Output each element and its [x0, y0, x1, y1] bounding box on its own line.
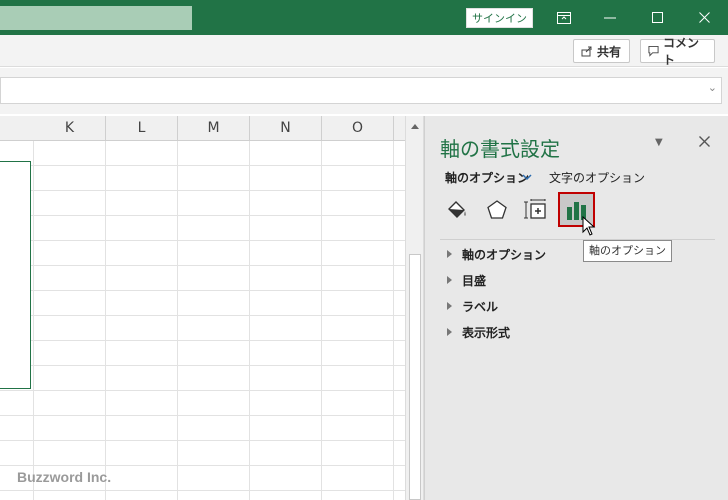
minimize-button[interactable] [587, 0, 633, 35]
section-label: 表示形式 [462, 325, 511, 340]
pane-close-button[interactable] [695, 132, 713, 150]
column-header-k[interactable]: K [34, 116, 106, 141]
signin-button[interactable]: サインイン [466, 8, 533, 28]
format-axis-pane: 軸の書式設定 ▼ 軸のオプション 文字のオプション 軸のオプション 軸のオプショ… [424, 116, 728, 500]
section-labels[interactable]: ラベル [447, 296, 498, 316]
section-number-format[interactable]: 表示形式 [447, 322, 510, 342]
section-tick-marks[interactable]: 目盛 [447, 270, 486, 290]
document-title-field[interactable] [0, 6, 192, 30]
expand-triangle-icon [447, 328, 452, 336]
expand-formula-bar-icon[interactable]: ⌄ [708, 81, 717, 94]
title-bar: サインイン [0, 0, 728, 35]
share-button[interactable]: 共有 [573, 39, 630, 63]
effects-button[interactable] [482, 196, 512, 224]
share-label: 共有 [597, 44, 622, 59]
section-label: 軸のオプション [462, 247, 547, 262]
ribbon-display-icon [557, 11, 571, 24]
comment-icon [648, 45, 659, 57]
ribbon-bar: 共有 コメント [0, 35, 728, 67]
arrow-up-icon [411, 124, 419, 129]
watermark: Buzzword Inc. [17, 469, 112, 485]
size-properties-button[interactable] [521, 196, 551, 224]
scroll-up-button[interactable] [408, 119, 422, 133]
close-icon [698, 12, 710, 23]
expand-triangle-icon [447, 250, 452, 258]
column-header-m[interactable]: M [178, 116, 250, 141]
expand-triangle-icon [447, 276, 452, 284]
axis-options-dropdown[interactable] [521, 168, 533, 187]
cell-gridlines [0, 141, 405, 500]
column-header-row: K L M N O [0, 116, 405, 141]
column-header-n[interactable]: N [250, 116, 322, 141]
pane-divider [440, 239, 715, 240]
fill-line-button[interactable] [442, 196, 472, 224]
close-icon [698, 135, 710, 147]
vertical-scrollbar[interactable] [405, 116, 424, 500]
pane-options-dropdown[interactable]: ▼ [655, 137, 663, 148]
minimize-icon [604, 17, 616, 18]
excel-window: サインイン 共有 コメント ⌄ K L M N O 軸の書式設定 ▼ 軸のオプシ… [0, 0, 728, 500]
comment-button[interactable]: コメント [640, 36, 715, 67]
worksheet-grid[interactable]: K L M N O [0, 116, 405, 500]
effects-icon [487, 200, 507, 219]
formula-bar-area: ⌄ [0, 68, 728, 114]
tooltip: 軸のオプション [583, 240, 672, 262]
formula-input[interactable]: ⌄ [0, 77, 722, 104]
scrollbar-thumb[interactable] [409, 254, 421, 500]
pane-title: 軸の書式設定 [440, 137, 560, 161]
size-properties-icon [524, 199, 546, 219]
maximize-icon [651, 12, 663, 23]
fill-line-icon [448, 201, 466, 218]
section-label: 目盛 [462, 273, 487, 288]
mouse-cursor-icon [582, 216, 596, 236]
column-header-o[interactable]: O [322, 116, 394, 141]
column-header-l[interactable]: L [106, 116, 178, 141]
ribbon-display-options-button[interactable] [541, 0, 587, 35]
expand-triangle-icon [447, 302, 452, 310]
close-window-button[interactable] [681, 0, 727, 35]
chevron-down-icon [522, 174, 532, 181]
tab-axis-options[interactable]: 軸のオプション [445, 169, 529, 186]
selected-chart-frame[interactable] [0, 161, 31, 389]
maximize-button[interactable] [634, 0, 680, 35]
section-label: ラベル [462, 299, 499, 314]
comment-label: コメント [663, 36, 700, 67]
share-icon [581, 46, 592, 57]
tab-text-options[interactable]: 文字のオプション [549, 169, 645, 186]
section-axis-options[interactable]: 軸のオプション [447, 244, 546, 264]
